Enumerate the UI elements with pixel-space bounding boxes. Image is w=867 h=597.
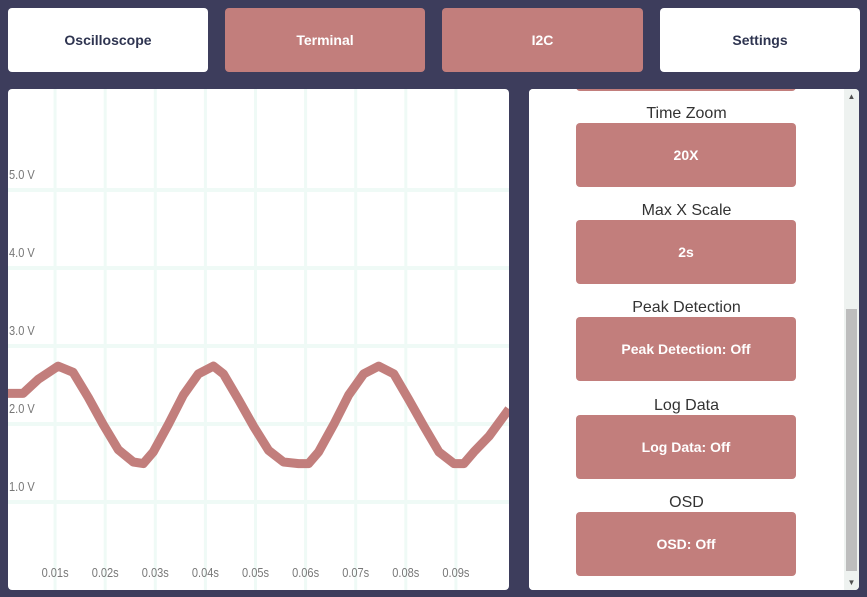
settings-scrollbar[interactable]: ▲ ▼ [844,89,859,590]
triangle-up-icon[interactable]: ▲ [844,89,859,104]
previous-setting-button[interactable] [576,89,796,91]
peak-detection-value: Peak Detection: Off [621,341,751,357]
x-tick-label: 0.04s [192,565,219,580]
max-x-scale-value: 2s [678,244,694,260]
osd-label: OSD [669,494,704,511]
settings-panel: Time Zoom 20X Max X Scale 2s Peak Detect… [529,89,859,590]
y-tick-label: 1.0 V [9,479,35,494]
tab-oscilloscope-label: Oscilloscope [64,32,152,48]
y-tick-label: 5.0 V [9,167,35,182]
time-zoom-button[interactable]: 20X [576,123,796,187]
tab-settings-label: Settings [732,32,788,48]
y-tick-label: 4.0 V [9,245,35,260]
x-tick-label: 0.03s [142,565,169,580]
signal-trace [8,361,509,469]
max-x-scale-button[interactable]: 2s [576,220,796,284]
tab-oscilloscope[interactable]: Oscilloscope [8,8,208,72]
settings-list: Time Zoom 20X Max X Scale 2s Peak Detect… [529,89,844,590]
peak-detection-label: Peak Detection [632,299,741,316]
osd-value: OSD: Off [656,536,716,552]
tab-i2c[interactable]: I2C [442,8,643,72]
y-tick-label: 3.0 V [9,323,35,338]
x-tick-label: 0.02s [92,565,119,580]
oscilloscope-plot[interactable]: 1.0 V 2.0 V 3.0 V 4.0 V 5.0 V 0.01s 0.02s 0.03… [8,89,509,590]
tab-settings[interactable]: Settings [660,8,860,72]
log-data-label: Log Data [654,397,719,414]
log-data-button[interactable]: Log Data: Off [576,415,796,479]
peak-detection-button[interactable]: Peak Detection: Off [576,317,796,381]
max-x-scale-label: Max X Scale [641,202,732,219]
x-tick-label: 0.06s [292,565,319,580]
tab-terminal-label: Terminal [296,32,354,48]
x-tick-label: 0.01s [42,565,69,580]
oscilloscope-chart: 1.0 V 2.0 V 3.0 V 4.0 V 5.0 V 0.01s 0.02s 0.03… [8,89,509,590]
x-tick-label: 0.05s [242,565,269,580]
osd-button[interactable]: OSD: Off [576,512,796,576]
time-zoom-value: 20X [673,147,699,163]
x-tick-label: 0.07s [342,565,369,580]
scrollbar-thumb[interactable] [846,309,857,571]
time-zoom-label: Time Zoom [646,105,727,122]
triangle-down-icon[interactable]: ▼ [844,575,859,590]
x-tick-label: 0.08s [392,565,419,580]
log-data-value: Log Data: Off [641,439,731,455]
tab-terminal[interactable]: Terminal [225,8,425,72]
x-tick-label: 0.09s [442,565,469,580]
y-tick-label: 2.0 V [9,401,35,416]
tab-i2c-label: I2C [531,32,554,48]
